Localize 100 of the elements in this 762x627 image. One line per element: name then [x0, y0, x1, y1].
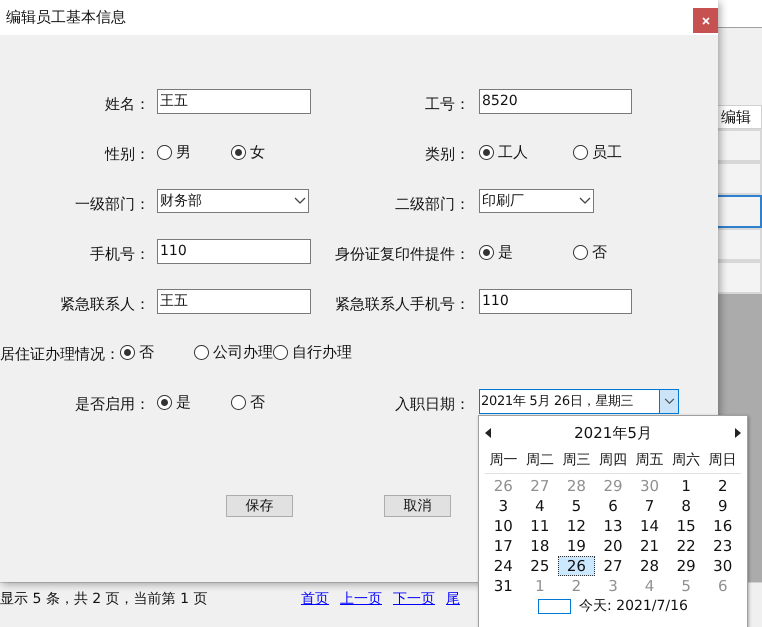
- next-month-icon[interactable]: [735, 428, 741, 438]
- dropdown[interactable]: 印刷厂: [479, 189, 594, 214]
- status-text: 显示 5 条，共 2 页，当前第 1 页: [0, 590, 208, 609]
- radio-label: 男: [176, 142, 191, 163]
- calendar-day[interactable]: 6: [594, 496, 632, 516]
- pagination-link[interactable]: 下一页: [393, 589, 435, 610]
- text-field[interactable]: 8520: [479, 88, 632, 114]
- field-label: 紧急联系人：: [59, 294, 150, 315]
- calendar-day[interactable]: 21: [631, 536, 668, 556]
- radio-label: 公司办理: [213, 342, 273, 363]
- calendar-day[interactable]: 15: [668, 516, 704, 536]
- radio-button[interactable]: [157, 394, 172, 410]
- radio-button[interactable]: [120, 344, 135, 360]
- calendar-day[interactable]: 8: [668, 496, 704, 516]
- close-button[interactable]: [693, 8, 718, 33]
- calendar-day[interactable]: 12: [558, 516, 595, 536]
- radio-label: 否: [250, 392, 265, 413]
- field-label: 工号：: [424, 94, 470, 115]
- calendar-day[interactable]: 27: [594, 556, 632, 576]
- date-picker[interactable]: 2021年 5月 26日，星期三: [479, 388, 679, 414]
- calendar-day[interactable]: 29: [668, 556, 704, 576]
- radio-button[interactable]: [479, 144, 494, 160]
- weekday-label: 周二: [524, 451, 555, 470]
- weekday-label: 周三: [561, 451, 592, 470]
- field-label: 居住证办理情况：: [0, 344, 120, 365]
- today-link[interactable]: 今天: 2021/7/16: [579, 597, 688, 615]
- field-label: 姓名：: [104, 94, 150, 115]
- weekday-label: 周日: [708, 451, 738, 470]
- field-label: 是否启用：: [74, 394, 150, 415]
- today-marker-icon: [538, 598, 572, 614]
- radio-button[interactable]: [573, 144, 588, 160]
- calendar-day[interactable]: 1: [668, 476, 704, 496]
- calendar-day[interactable]: 26: [558, 556, 595, 576]
- dialog-button[interactable]: 取消: [384, 495, 451, 517]
- calendar-day[interactable]: 30: [704, 556, 741, 576]
- field-label: 一级部门：: [74, 194, 150, 215]
- calendar-day[interactable]: 4: [522, 496, 558, 516]
- field-label: 二级部门：: [394, 194, 470, 215]
- radio-button[interactable]: [194, 344, 209, 360]
- calendar-day[interactable]: 23: [704, 536, 741, 556]
- calendar-day[interactable]: 2: [704, 476, 741, 496]
- calendar-day[interactable]: 13: [594, 516, 632, 536]
- calendar-day[interactable]: 7: [631, 496, 668, 516]
- radio-button[interactable]: [479, 244, 494, 260]
- calendar-day[interactable]: 9: [704, 496, 741, 516]
- calendar-day[interactable]: 10: [485, 516, 522, 536]
- window-title: 编辑员工基本信息: [6, 7, 126, 28]
- radio-label: 员工: [592, 142, 622, 163]
- previous-month-icon[interactable]: [485, 428, 491, 438]
- field-label: 手机号：: [89, 244, 150, 265]
- radio-button[interactable]: [231, 394, 246, 410]
- calendar-title[interactable]: 2021年5月: [574, 422, 652, 444]
- text-field[interactable]: 110: [479, 288, 632, 314]
- text-field[interactable]: 王五: [157, 88, 311, 114]
- field-label: 性别：: [104, 144, 150, 165]
- text-field[interactable]: 110: [157, 238, 311, 264]
- calendar-day[interactable]: 25: [522, 556, 558, 576]
- radio-button[interactable]: [157, 144, 172, 160]
- calendar-day[interactable]: 19: [558, 536, 595, 556]
- calendar-day[interactable]: 14: [631, 516, 668, 536]
- pagination-link[interactable]: 尾: [446, 589, 460, 610]
- radio-label: 自行办理: [292, 342, 352, 363]
- weekday-label: 周五: [634, 451, 665, 470]
- calendar-day[interactable]: 3: [485, 496, 522, 516]
- dropdown-button[interactable]: [659, 390, 678, 413]
- text-field[interactable]: 王五: [157, 288, 311, 314]
- radio-label: 否: [139, 342, 154, 363]
- radio-label: 是: [498, 242, 513, 263]
- field-label: 身份证复印件提件：: [334, 244, 470, 265]
- field-label: 紧急联系人手机号：: [334, 294, 470, 315]
- calendar-day[interactable]: 5: [558, 496, 595, 516]
- radio-label: 工人: [498, 142, 528, 163]
- radio-button[interactable]: [231, 144, 246, 160]
- weekday-label: 周六: [671, 451, 702, 470]
- calendar-day[interactable]: 17: [485, 536, 522, 556]
- table-cell[interactable]: [716, 195, 762, 228]
- dropdown[interactable]: 财务部: [157, 189, 309, 214]
- pagination-link[interactable]: 首页: [301, 589, 329, 610]
- field-label: 类别：: [424, 144, 470, 165]
- chevron-down-icon: [664, 398, 674, 405]
- radio-label: 是: [176, 392, 191, 413]
- radio-label: 否: [592, 242, 607, 263]
- calendar-day[interactable]: 31: [485, 576, 522, 596]
- calendar-day[interactable]: 11: [522, 516, 558, 536]
- weekday-label: 周四: [598, 451, 628, 470]
- chevron-down-icon: [579, 197, 591, 206]
- calendar-day[interactable]: 16: [704, 516, 741, 536]
- close-icon: [702, 16, 710, 24]
- chevron-down-icon: [294, 197, 306, 206]
- dialog-button[interactable]: 保存: [226, 495, 293, 517]
- radio-button[interactable]: [573, 244, 588, 260]
- calendar-day[interactable]: 24: [485, 556, 522, 576]
- calendar-day[interactable]: 20: [594, 536, 632, 556]
- calendar-day[interactable]: 28: [631, 556, 668, 576]
- calendar-day[interactable]: 18: [522, 536, 558, 556]
- pagination-link[interactable]: 上一页: [340, 589, 382, 610]
- radio-label: 女: [250, 142, 265, 163]
- field-label: 入职日期：: [394, 394, 470, 415]
- radio-button[interactable]: [273, 344, 288, 360]
- calendar-day[interactable]: 22: [668, 536, 704, 556]
